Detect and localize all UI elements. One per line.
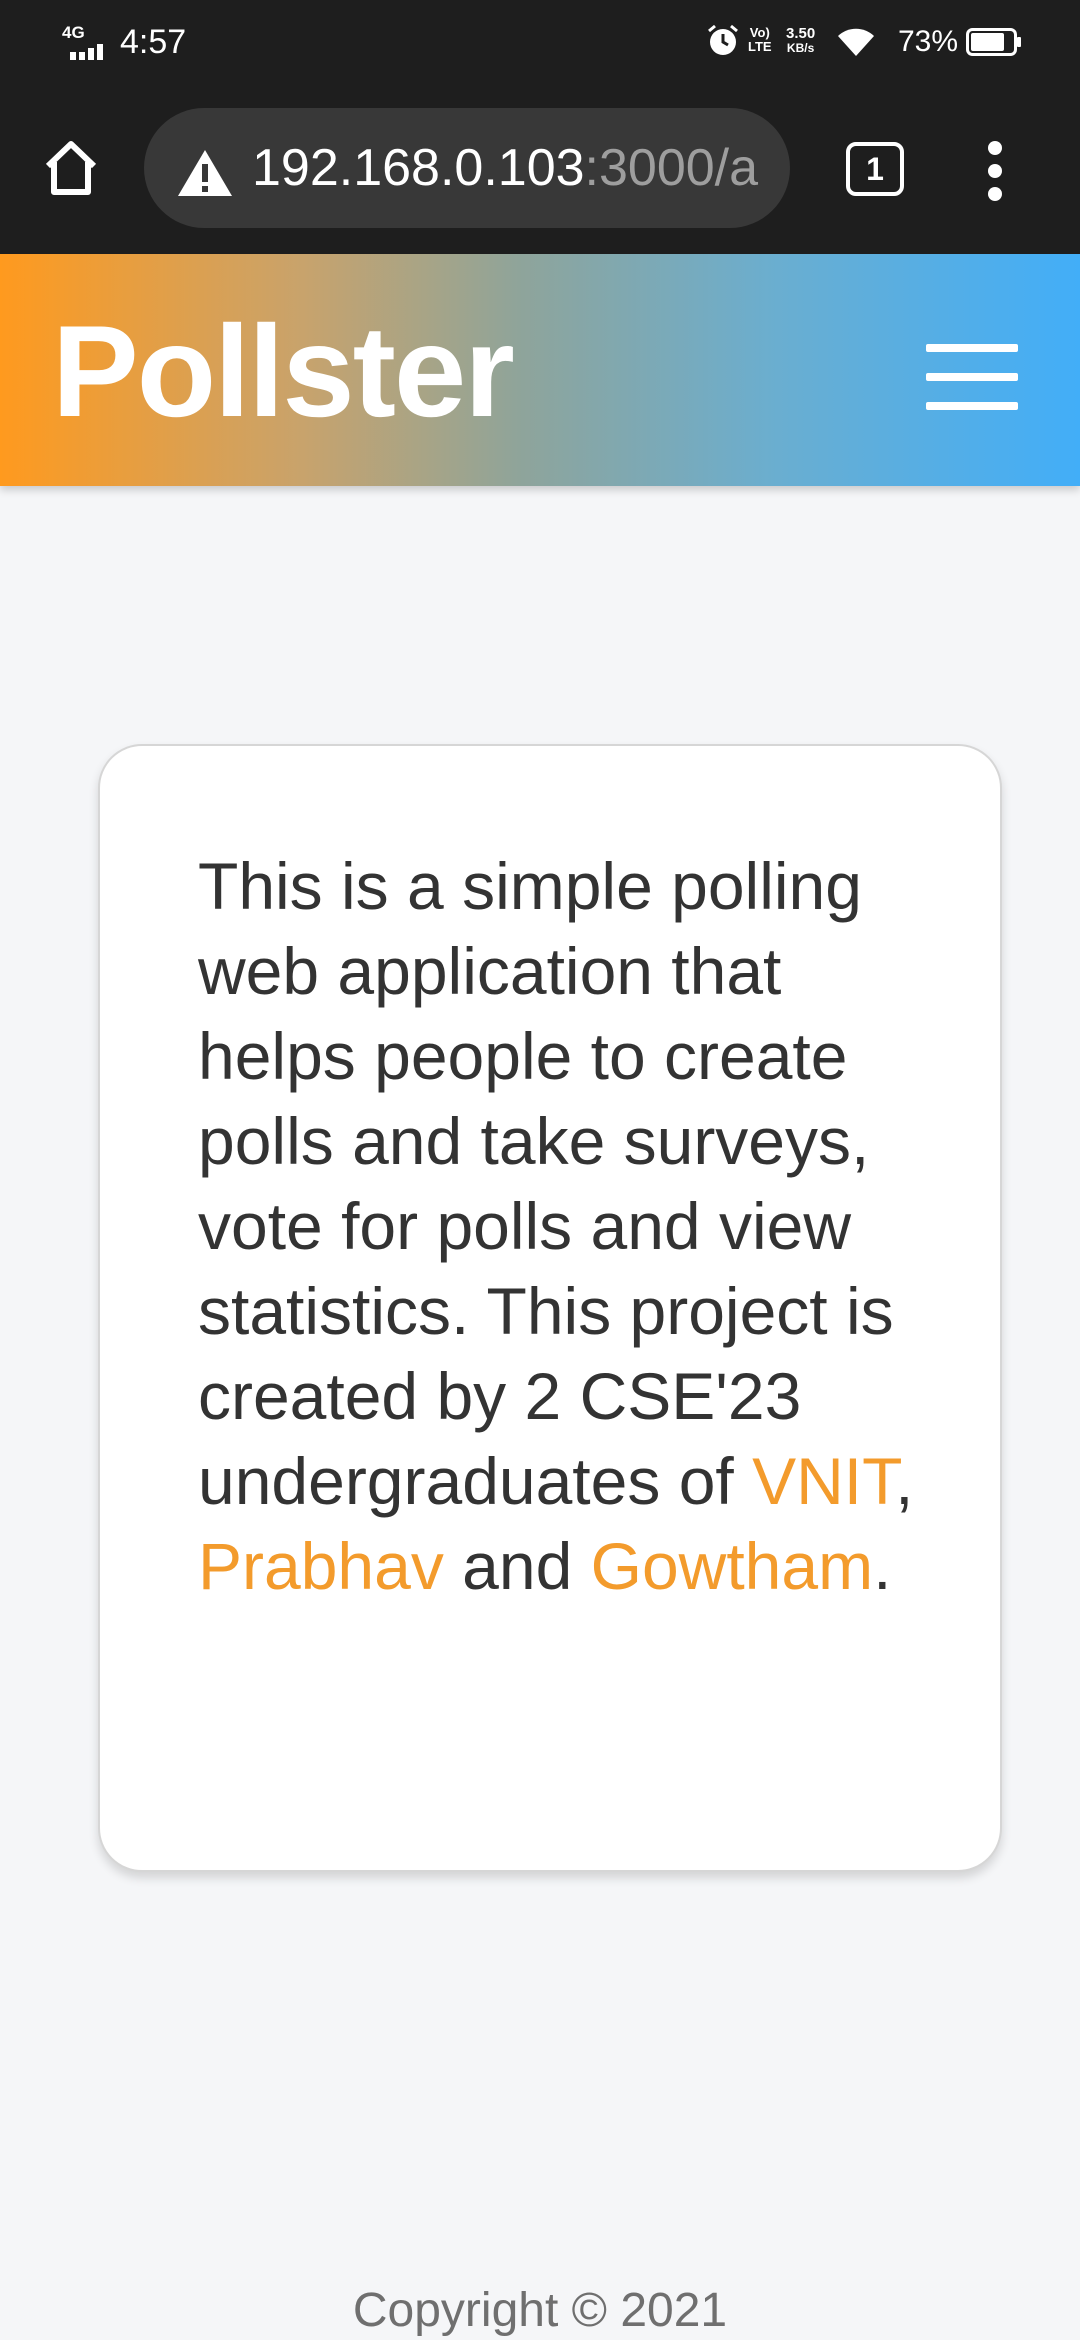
volte-top: Vo) xyxy=(749,25,770,40)
address-bar[interactable]: 192.168.0.103:3000/a xyxy=(144,108,790,228)
browser-toolbar: 192.168.0.103:3000/a 1 xyxy=(0,84,1080,254)
battery-percent: 73% xyxy=(898,25,959,58)
status-bar: 4G 4:57 Vo) LTE 3.50 KB/s 73% xyxy=(0,0,1080,84)
link-gowtham[interactable]: Gowtham xyxy=(591,1529,873,1603)
network-speed: 3.50 KB/s xyxy=(786,26,815,56)
more-vert-icon[interactable] xyxy=(980,140,1010,202)
hamburger-line xyxy=(926,373,1018,381)
about-card: This is a simple polling web application… xyxy=(98,744,1002,1872)
url-host: 192.168.0.103 xyxy=(252,139,585,197)
separator: and xyxy=(443,1529,591,1603)
home-icon[interactable] xyxy=(42,138,100,198)
period: . xyxy=(873,1529,892,1603)
brand-logo[interactable]: Pollster xyxy=(52,296,515,446)
speed-unit: KB/s xyxy=(786,41,815,55)
url-path: :3000/a xyxy=(584,139,759,197)
link-vnit[interactable]: VNIT xyxy=(752,1444,895,1518)
hamburger-line xyxy=(926,402,1018,410)
hamburger-icon[interactable] xyxy=(926,344,1018,410)
app-header: Pollster xyxy=(0,254,1080,486)
copyright-footer: Copyright © 2021 xyxy=(352,2284,728,2337)
separator: , xyxy=(895,1444,914,1518)
wifi-icon xyxy=(838,28,874,56)
tabs-icon[interactable]: 1 xyxy=(846,142,904,196)
speed-value: 3.50 xyxy=(786,25,816,42)
link-prabhav[interactable]: Prabhav xyxy=(198,1529,444,1603)
signal-icon xyxy=(70,44,103,60)
warning-icon[interactable] xyxy=(176,148,234,198)
volte-bottom: LTE xyxy=(748,39,772,54)
network-type: 4G xyxy=(62,23,85,42)
volte-indicator: Vo) LTE xyxy=(748,26,772,54)
about-description: This is a simple polling web application… xyxy=(198,849,894,1518)
battery-icon xyxy=(966,28,1021,56)
alarm-icon xyxy=(708,24,738,55)
clock: 4:57 xyxy=(120,23,187,61)
hamburger-line xyxy=(926,344,1018,352)
about-text: This is a simple polling web application… xyxy=(198,844,918,1609)
url-text[interactable]: 192.168.0.103:3000/a xyxy=(252,138,772,198)
